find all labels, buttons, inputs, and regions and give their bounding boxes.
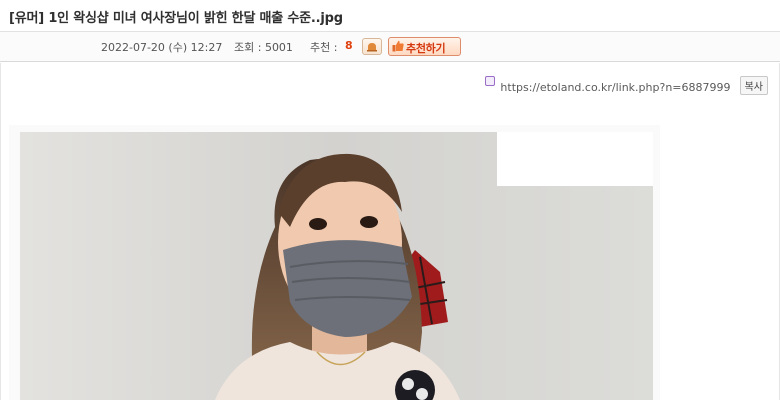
recommend-button-label: 추천하기 — [406, 42, 446, 55]
recommend-button[interactable]: 추천하기 — [388, 37, 461, 56]
post-image[interactable] — [20, 132, 653, 400]
alert-icon — [367, 43, 377, 52]
post-title: [유머] 1인 왁싱샵 미녀 여사장님이 밝힌 한달 매출 수준..jpg — [9, 11, 343, 26]
copy-button[interactable]: 복사 — [739, 76, 768, 95]
source-link-row: https://etoland.co.kr/link.php?n=6887999… — [485, 74, 768, 95]
image-blank-region — [497, 132, 653, 186]
post-header: [유머] 1인 왁싱샵 미녀 여사장님이 밝힌 한달 매출 수준..jpg — [0, 0, 780, 32]
thumbs-up-icon — [392, 40, 404, 52]
post-views: 조회 : 5001 — [234, 41, 293, 54]
link-icon — [485, 76, 496, 86]
recommend-count: 8 — [345, 39, 353, 52]
post-date: 2022-07-20 (수) 12:27 — [101, 41, 223, 54]
recommend-label: 추천 : — [310, 41, 338, 54]
source-link[interactable]: https://etoland.co.kr/link.php?n=6887999 — [500, 81, 730, 94]
share-button[interactable] — [362, 38, 382, 55]
